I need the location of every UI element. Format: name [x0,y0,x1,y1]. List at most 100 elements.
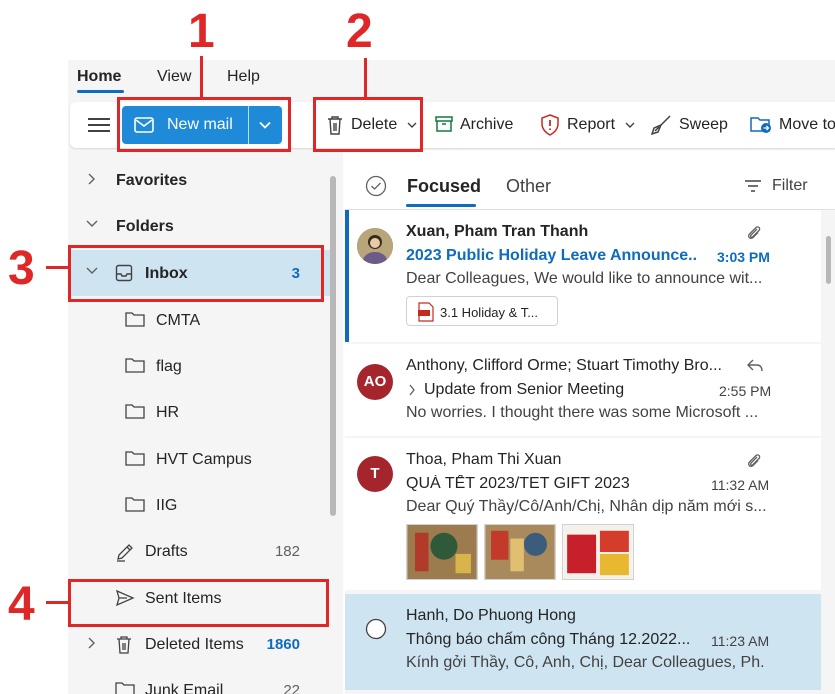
drafts-count: 182 [274,543,300,560]
annotation-line [200,56,203,98]
folder-hr[interactable]: HR [68,389,330,435]
folder-scrollbar[interactable] [330,176,336,516]
sweep-button[interactable]: Sweep [650,110,728,140]
folder-iig[interactable]: IIG [68,482,330,528]
junk-email-count: 22 [283,682,300,694]
folder-icon [125,404,145,419]
message-list-header: Focused Other Filter [345,158,835,210]
message-preview: Kính gởi Thầy, Cô, Anh, Chị, Dear Collea… [406,654,766,671]
message-item[interactable]: AO Anthony, Clifford Orme; Stuart Timoth… [345,344,821,436]
folder-icon [125,497,145,512]
folder-drafts[interactable]: Drafts 182 [68,528,330,574]
annotation-box-sent-items [68,579,329,627]
message-sender: Hanh, Do Phuong Hong [406,607,576,624]
filter-label: Filter [772,177,808,194]
gift-image-thumbnail[interactable] [484,524,556,580]
message-time: 3:03 PM [717,249,770,265]
report-button[interactable]: Report [540,110,636,140]
message-subject: Thông báo chấm công Tháng 12.2022... [406,631,691,648]
favorites-header[interactable]: Favorites [68,157,330,203]
tab-view[interactable]: View [157,68,191,86]
message-subject: 2023 Public Holiday Leave Announce... [406,247,696,264]
folder-label: flag [156,358,182,375]
message-sender: Thoa, Pham Thi Xuan [406,451,562,468]
tab-help[interactable]: Help [227,68,260,86]
message-item[interactable]: T Thoa, Pham Thi Xuan QUÀ TẾT 2023/TET G… [345,438,821,590]
message-subject: Update from Senior Meeting [424,381,625,398]
folder-label: HR [156,404,180,421]
junk-email-label: Junk Email [145,682,224,694]
tab-home[interactable]: Home [77,68,121,86]
archive-button[interactable]: Archive [434,110,524,140]
avatar [357,228,393,264]
archive-label: Archive [460,116,514,133]
message-list-pane: Focused Other Filter Xuan, Pham Tran Tha… [345,158,835,694]
annotation-number: 1 [188,5,215,58]
gift-image-thumbnail[interactable] [406,524,478,580]
message-list-scrollbar[interactable] [826,236,831,284]
message-item[interactable]: Xuan, Pham Tran Thanh 2023 Public Holida… [345,210,821,342]
message-sender: Xuan, Pham Tran Thanh [406,223,589,240]
annotation-box-delete [313,97,423,152]
folder-icon [125,451,145,466]
folders-header[interactable]: Folders [68,203,330,249]
annotation-box-new-mail [117,97,291,152]
attachment-chip[interactable]: 3.1 Holiday & T... [406,296,558,326]
select-all-checkbox-icon[interactable] [365,175,387,197]
message-time: 11:23 AM [711,633,770,649]
ribbon-tabs: Home View Help [68,60,835,100]
folder-cmta[interactable]: CMTA [68,297,330,343]
folder-icon [125,358,145,373]
message-item[interactable]: Hanh, Do Phuong Hong Thông báo chấm công… [345,594,821,690]
favorites-label: Favorites [116,172,188,189]
move-to-button[interactable]: Move to [750,110,835,140]
paperclip-icon [748,226,761,239]
report-label: Report [567,116,616,133]
chevron-down-icon [86,220,98,227]
chevron-right-icon [88,173,95,185]
message-sender: Anthony, Clifford Orme; Stuart Timothy B… [406,357,722,374]
move-to-label: Move to [779,116,835,133]
message-time: 11:32 AM [711,477,770,493]
chevron-right-icon [88,637,95,649]
folder-label: IIG [156,497,178,514]
deleted-items-label: Deleted Items [145,636,244,653]
filter-icon [745,180,761,192]
annotation-number: 2 [346,5,373,58]
folder-hvt-campus[interactable]: HVT Campus [68,436,330,482]
hamburger-menu-icon[interactable] [88,115,110,135]
tab-focused[interactable]: Focused [407,176,481,197]
archive-icon [435,116,453,132]
unread-indicator [345,210,349,342]
folder-deleted-items[interactable]: Deleted Items 1860 [68,621,330,667]
folder-move-icon [750,117,771,133]
folder-junk-email[interactable]: Junk Email 22 [68,667,330,694]
tab-other[interactable]: Other [506,176,551,197]
annotation-number: 4 [8,578,35,631]
chevron-right-icon [409,384,415,396]
folder-label: CMTA [156,312,201,329]
message-time: 2:55 PM [719,383,772,399]
select-checkbox-icon[interactable] [365,618,387,640]
drafts-label: Drafts [145,543,188,560]
deleted-items-count: 1860 [266,636,300,653]
folder-label: HVT Campus [156,451,252,468]
pdf-file-icon [418,302,434,322]
folder-icon [125,312,145,327]
message-preview: Dear Colleagues, We would like to announ… [406,270,763,287]
message-preview: No worries. I thought there was some Mic… [406,404,759,421]
folders-label: Folders [116,218,174,235]
message-subject: QUÀ TẾT 2023/TET GIFT 2023 [406,475,630,492]
attachment-name: 3.1 Holiday & T... [440,305,539,320]
chevron-down-icon [625,122,635,128]
reply-icon [747,359,763,372]
annotation-line [46,601,70,604]
folder-icon [115,682,135,694]
gift-image-thumbnail[interactable] [562,524,634,580]
folder-flag[interactable]: flag [68,343,330,389]
broom-icon [650,115,671,136]
annotation-line [46,266,70,269]
annotation-line [364,58,367,98]
profile-photo-icon [357,228,393,264]
message-preview: Dear Quý Thầy/Cô/Anh/Chị, Nhân dịp năm m… [406,498,766,515]
